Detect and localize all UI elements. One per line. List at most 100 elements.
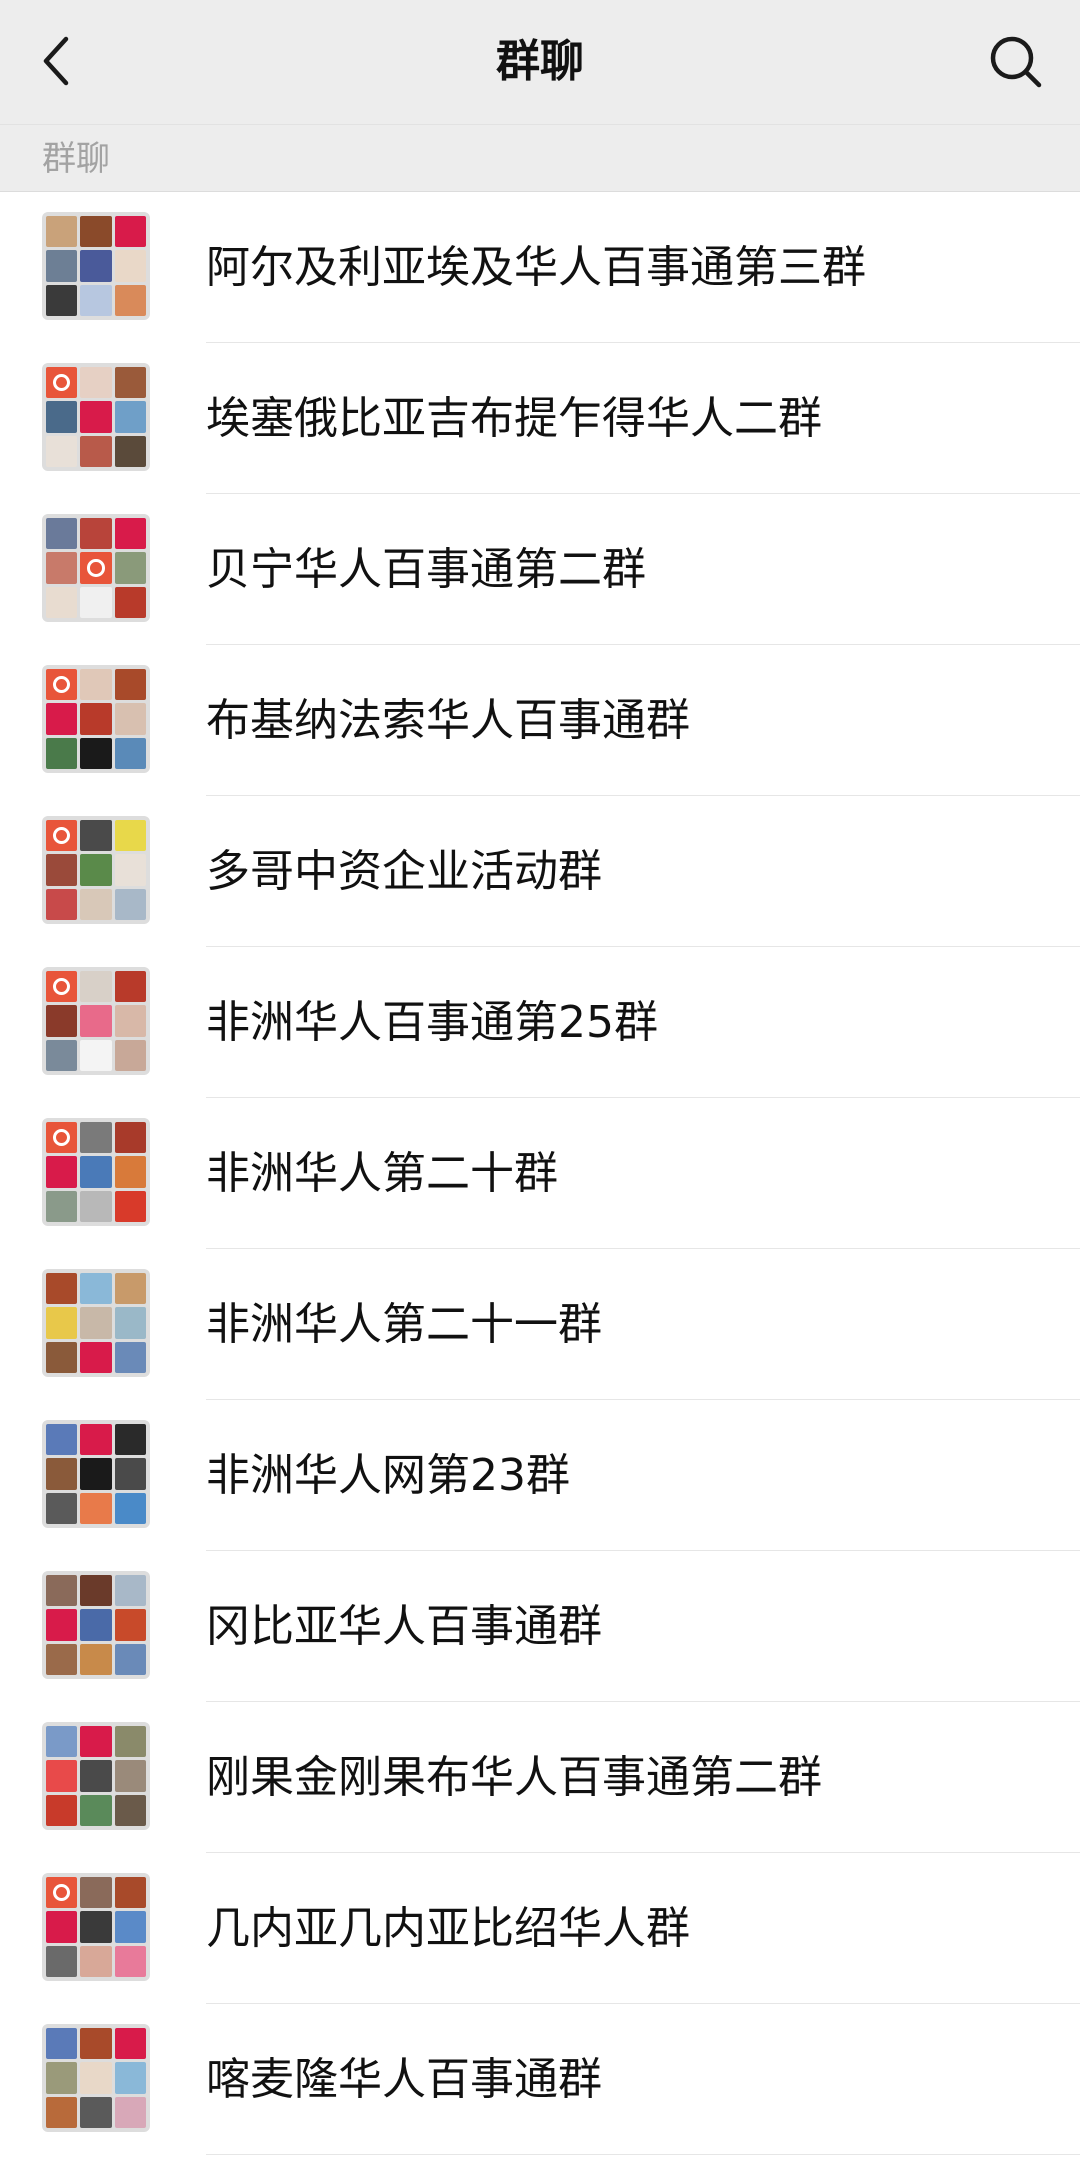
member-avatar-thumbnail xyxy=(46,1760,78,1792)
group-chat-list-item[interactable]: 刚果金刚果布华人百事通第二群 xyxy=(0,1702,1080,1853)
member-avatar-thumbnail xyxy=(80,2096,112,2128)
member-avatar-thumbnail xyxy=(80,888,112,920)
member-avatar-thumbnail xyxy=(80,2062,112,2094)
group-chat-list-item[interactable]: 非洲华人网第23群 xyxy=(0,1400,1080,1551)
member-avatar-thumbnail xyxy=(80,1877,112,1909)
member-avatar-thumbnail xyxy=(46,1273,78,1305)
group-chat-list-item[interactable]: 埃塞俄比亚吉布提乍得华人二群 xyxy=(0,343,1080,494)
member-avatar-thumbnail xyxy=(46,669,78,701)
member-avatar-thumbnail xyxy=(46,1945,78,1977)
group-name: 埃塞俄比亚吉布提乍得华人二群 xyxy=(206,393,822,444)
member-avatar-thumbnail xyxy=(114,1122,146,1154)
member-avatar-thumbnail xyxy=(114,250,146,282)
group-chat-list-item[interactable]: 几内亚几内亚比绍华人群 xyxy=(0,1853,1080,2004)
group-name: 非洲华人第二十群 xyxy=(206,1148,558,1199)
member-avatar-thumbnail xyxy=(114,1273,146,1305)
member-avatar-thumbnail xyxy=(114,1458,146,1490)
group-chat-list-item[interactable]: 多哥中资企业活动群 xyxy=(0,796,1080,947)
member-avatar-thumbnail xyxy=(80,1156,112,1188)
member-avatar-thumbnail xyxy=(46,1039,78,1071)
member-avatar-thumbnail xyxy=(80,586,112,618)
member-avatar-thumbnail xyxy=(114,216,146,248)
member-avatar-thumbnail xyxy=(114,586,146,618)
search-button[interactable] xyxy=(980,26,1052,98)
member-avatar-thumbnail xyxy=(80,1424,112,1456)
member-avatar-thumbnail xyxy=(114,1911,146,1943)
group-avatar xyxy=(42,1118,150,1226)
member-avatar-thumbnail xyxy=(46,1492,78,1524)
member-avatar-thumbnail xyxy=(114,1039,146,1071)
group-avatar xyxy=(42,514,150,622)
member-avatar-thumbnail xyxy=(80,1005,112,1037)
member-avatar-thumbnail xyxy=(46,1005,78,1037)
member-avatar-thumbnail xyxy=(114,2062,146,2094)
group-chat-list-item[interactable]: 非洲华人百事通第25群 xyxy=(0,947,1080,1098)
group-name: 喀麦隆华人百事通群 xyxy=(206,2054,602,2105)
member-avatar-thumbnail xyxy=(114,703,146,735)
member-avatar-thumbnail xyxy=(80,971,112,1003)
member-avatar-thumbnail xyxy=(80,1039,112,1071)
member-avatar-thumbnail xyxy=(114,888,146,920)
group-chat-list-item[interactable]: 非洲华人第二十一群 xyxy=(0,1249,1080,1400)
group-chat-list-item[interactable]: 贝宁华人百事通第二群 xyxy=(0,494,1080,645)
member-avatar-thumbnail xyxy=(46,820,78,852)
group-avatar xyxy=(42,665,150,773)
member-avatar-thumbnail xyxy=(46,703,78,735)
group-chat-list-item[interactable]: 冈比亚华人百事通群 xyxy=(0,1551,1080,1702)
member-avatar-thumbnail xyxy=(114,1341,146,1373)
member-avatar-thumbnail xyxy=(114,284,146,316)
member-avatar-thumbnail xyxy=(114,1492,146,1524)
group-avatar xyxy=(42,1571,150,1679)
group-name: 阿尔及利亚埃及华人百事通第三群 xyxy=(206,242,866,293)
member-avatar-thumbnail xyxy=(80,250,112,282)
member-avatar-thumbnail xyxy=(114,2096,146,2128)
member-avatar-thumbnail xyxy=(80,367,112,399)
member-avatar-thumbnail xyxy=(80,552,112,584)
member-avatar-thumbnail xyxy=(46,1156,78,1188)
group-chat-list-item[interactable]: 阿尔及利亚埃及华人百事通第三群 xyxy=(0,192,1080,343)
member-avatar-thumbnail xyxy=(46,888,78,920)
member-avatar-thumbnail xyxy=(114,401,146,433)
section-header: 群聊 xyxy=(0,124,1080,192)
member-avatar-thumbnail xyxy=(46,971,78,1003)
member-avatar-thumbnail xyxy=(80,737,112,769)
member-avatar-thumbnail xyxy=(80,1341,112,1373)
group-name: 多哥中资企业活动群 xyxy=(206,846,602,897)
member-avatar-thumbnail xyxy=(114,1945,146,1977)
member-avatar-thumbnail xyxy=(46,250,78,282)
member-avatar-thumbnail xyxy=(80,2028,112,2060)
group-avatar xyxy=(42,1873,150,1981)
group-avatar xyxy=(42,363,150,471)
member-avatar-thumbnail xyxy=(46,2028,78,2060)
top-navigation-bar: 群聊 xyxy=(0,0,1080,124)
member-avatar-thumbnail xyxy=(114,435,146,467)
member-avatar-thumbnail xyxy=(114,1877,146,1909)
member-avatar-thumbnail xyxy=(80,1122,112,1154)
group-chat-list-item[interactable]: 非洲华人第二十群 xyxy=(0,1098,1080,1249)
group-chat-list-item[interactable]: 喀麦隆华人百事通群 xyxy=(0,2004,1080,2155)
member-avatar-thumbnail xyxy=(114,518,146,550)
member-avatar-thumbnail xyxy=(80,1458,112,1490)
member-avatar-thumbnail xyxy=(46,1643,78,1675)
member-avatar-thumbnail xyxy=(46,1794,78,1826)
group-chat-list: 阿尔及利亚埃及华人百事通第三群 埃塞俄比亚吉布提乍得华人二群 贝宁华人百事通第二群布… xyxy=(0,192,1080,2155)
page-title: 群聊 xyxy=(496,36,584,87)
member-avatar-thumbnail xyxy=(46,2062,78,2094)
member-avatar-thumbnail xyxy=(114,1190,146,1222)
member-avatar-thumbnail xyxy=(114,1575,146,1607)
group-name: 非洲华人网第23群 xyxy=(206,1450,570,1501)
member-avatar-thumbnail xyxy=(46,401,78,433)
member-avatar-thumbnail xyxy=(46,1575,78,1607)
member-avatar-thumbnail xyxy=(46,284,78,316)
member-avatar-thumbnail xyxy=(114,1307,146,1339)
member-avatar-thumbnail xyxy=(80,1760,112,1792)
group-avatar xyxy=(42,2024,150,2132)
group-chat-list-item[interactable]: 布基纳法索华人百事通群 xyxy=(0,645,1080,796)
member-avatar-thumbnail xyxy=(80,284,112,316)
group-avatar xyxy=(42,967,150,1075)
member-avatar-thumbnail xyxy=(80,1307,112,1339)
group-avatar xyxy=(42,1269,150,1377)
back-button[interactable] xyxy=(30,28,80,94)
group-name: 贝宁华人百事通第二群 xyxy=(206,544,646,595)
group-name: 冈比亚华人百事通群 xyxy=(206,1601,602,1652)
